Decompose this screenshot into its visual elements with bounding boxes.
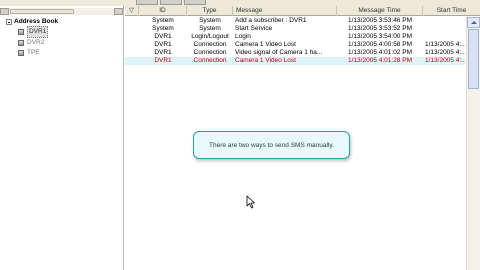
vertical-scrollbar[interactable] xyxy=(466,17,480,270)
cell-id: System xyxy=(152,25,174,32)
column-header-start-time[interactable]: Start Time xyxy=(423,6,480,16)
toolbar-button[interactable] xyxy=(184,0,206,5)
toolbar-button[interactable] xyxy=(160,0,182,5)
cell-start-time: 1/13/2005 4:... xyxy=(425,49,465,56)
cell-message: Add a subscriber : DVR1 xyxy=(235,17,307,24)
toolbar-button[interactable] xyxy=(136,0,158,5)
tree-item-label: DVR1 xyxy=(27,26,49,38)
scroll-thumb[interactable] xyxy=(10,9,74,14)
cell-start-time: 1/13/2005 4:... xyxy=(425,57,465,64)
cell-start-time xyxy=(423,33,465,41)
table-row[interactable]: DVR1 Connection Video signal of Camera 1… xyxy=(125,49,465,57)
cell-id: DVR1 xyxy=(154,41,172,48)
cell-message: Camera 1 Video Lost xyxy=(235,41,296,48)
sort-indicator-icon[interactable]: ▽ xyxy=(125,6,139,16)
column-header-type[interactable]: Type xyxy=(187,6,233,16)
cell-type: System xyxy=(199,17,221,24)
tree-item-tpe[interactable]: TPE xyxy=(18,48,58,58)
cell-message-time: 1/13/2005 4:00:58 PM xyxy=(348,41,412,48)
cell-start-time xyxy=(423,25,465,33)
dvr-device-icon xyxy=(18,40,24,46)
column-header-id[interactable]: ID xyxy=(139,6,187,16)
tree-item-dvr1[interactable]: DVR1 xyxy=(18,26,58,38)
collapse-icon[interactable] xyxy=(6,19,12,25)
scroll-right-button[interactable] xyxy=(114,8,123,15)
tree-item-label: DVR2 xyxy=(27,39,45,46)
mouse-pointer-icon xyxy=(246,195,255,209)
cell-message-time: 1/13/2005 4:01:02 PM xyxy=(348,49,412,56)
cell-type: Connection xyxy=(193,41,227,48)
tooltip-text: There are two ways to send SMS manually. xyxy=(209,141,334,149)
cell-type: Connection xyxy=(193,49,227,56)
table-row[interactable]: DVR1 Connection Camera 1 Video Lost 1/13… xyxy=(125,41,465,49)
address-book-tree: Address Book DVR1 DVR2 TPE xyxy=(6,18,58,58)
cell-message-time: 1/13/2005 3:54:00 PM xyxy=(348,33,412,40)
cell-message: Camera 1 Video Lost xyxy=(235,57,296,64)
column-header-message-time[interactable]: Message Time xyxy=(337,6,423,16)
cell-message-time: 1/13/2005 3:53:52 PM xyxy=(348,25,412,32)
cell-message: Login xyxy=(235,33,251,40)
callout-tooltip: There are two ways to send SMS manually. xyxy=(193,131,350,159)
table-row[interactable]: DVR1 Login/Logout Login 1/13/2005 3:54:0… xyxy=(125,33,465,41)
dvr-device-icon xyxy=(18,29,24,35)
message-rows: System System Add a subscriber : DVR1 1/… xyxy=(125,17,465,65)
cell-message: Start Service xyxy=(235,25,273,32)
cell-start-time: 1/13/2005 4:... xyxy=(425,41,465,48)
tree-item-dvr2[interactable]: DVR2 xyxy=(18,38,58,48)
column-header-message[interactable]: Message xyxy=(233,6,337,16)
address-book-pane: Address Book DVR1 DVR2 TPE xyxy=(0,6,124,270)
scroll-left-button[interactable] xyxy=(0,8,9,15)
tree-item-label: TPE xyxy=(27,49,40,56)
cell-type: System xyxy=(199,25,221,32)
scroll-up-button[interactable] xyxy=(467,17,480,28)
cell-type: Connection xyxy=(193,57,227,64)
horizontal-scrollbar[interactable] xyxy=(0,8,123,15)
cell-id: System xyxy=(152,17,174,24)
tree-root-label: Address Book xyxy=(14,18,59,25)
table-row[interactable]: System System Start Service 1/13/2005 3:… xyxy=(125,25,465,33)
cell-message-time: 1/13/2005 4:01:28 PM xyxy=(348,57,412,64)
scroll-thumb[interactable] xyxy=(468,29,479,89)
tree-root-address-book[interactable]: Address Book xyxy=(6,18,58,26)
dvr-device-icon xyxy=(18,50,24,56)
table-row-alarm[interactable]: DVR1 Connection Camera 1 Video Lost 1/13… xyxy=(125,57,465,65)
cell-type: Login/Logout xyxy=(191,33,229,40)
message-list-header: ▽ ID Type Message Message Time Start Tim… xyxy=(125,6,480,16)
cell-id: DVR1 xyxy=(154,33,172,40)
cell-start-time xyxy=(423,17,465,25)
cell-id: DVR1 xyxy=(154,57,172,64)
cell-message: Video signal of Camera 1 ha... xyxy=(235,49,323,56)
cell-message-time: 1/13/2005 3:53:46 PM xyxy=(348,17,412,24)
table-row[interactable]: System System Add a subscriber : DVR1 1/… xyxy=(125,17,465,25)
cell-id: DVR1 xyxy=(154,49,172,56)
